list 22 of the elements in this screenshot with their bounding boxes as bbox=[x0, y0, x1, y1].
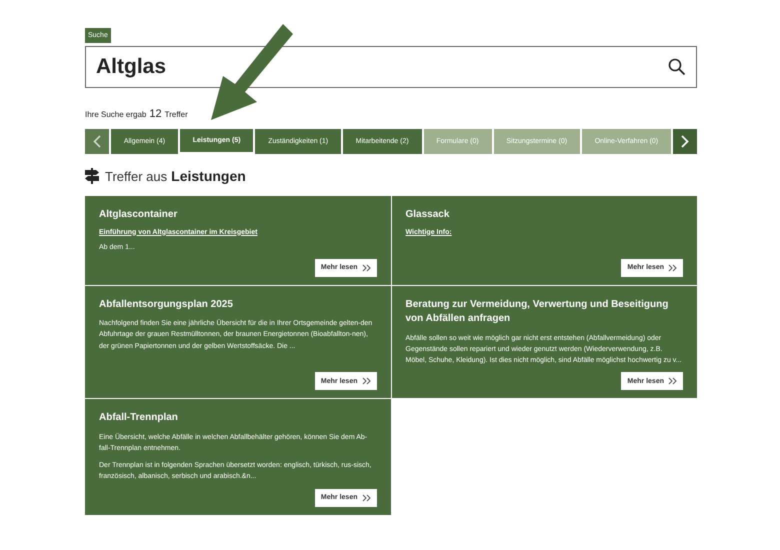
section-heading-category: Leistungen bbox=[171, 168, 246, 184]
double-chevron-icon bbox=[668, 264, 677, 272]
card-title: Glassack bbox=[406, 208, 450, 222]
card-title: Beratung zur Vermeidung, Verwertung und Beseitigung von Abfällen anfragen bbox=[406, 298, 670, 326]
double-chevron-icon bbox=[362, 494, 370, 502]
card-title: Altglascontainer bbox=[99, 208, 178, 222]
double-chevron-icon bbox=[668, 377, 677, 386]
chevron-left-icon bbox=[93, 135, 101, 148]
search-field[interactable]: Altglas bbox=[85, 46, 697, 88]
previous-button[interactable] bbox=[85, 129, 109, 154]
chevron-right-icon bbox=[680, 135, 689, 148]
result-count: 12 bbox=[149, 108, 162, 120]
section-heading-text: Treffer aus bbox=[105, 168, 168, 184]
result-summary-text: Treffer bbox=[164, 110, 188, 119]
double-chevron-icon bbox=[362, 377, 370, 386]
double-chevron-icon bbox=[362, 264, 370, 272]
card-title: Abfall-Trennplan bbox=[99, 411, 179, 426]
card-title: Abfallentsorgungsplan 2025 bbox=[99, 298, 234, 312]
next-button[interactable] bbox=[672, 129, 697, 154]
search-icon[interactable] bbox=[668, 58, 686, 76]
signpost-icon bbox=[85, 168, 99, 184]
result-summary-text: Ihre Suche ergab bbox=[85, 110, 146, 119]
